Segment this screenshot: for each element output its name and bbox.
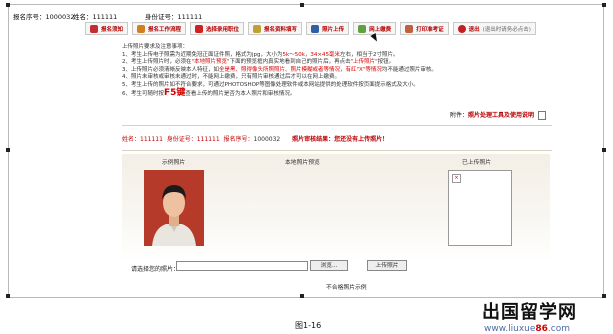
resize-handle[interactable] bbox=[6, 148, 10, 152]
broken-image-icon: × bbox=[452, 174, 461, 183]
resize-handle[interactable] bbox=[6, 3, 10, 7]
position-icon bbox=[195, 24, 204, 33]
photo-review-result: 照片审核结果：您还没有上传照片！ bbox=[292, 136, 389, 143]
resize-handle[interactable] bbox=[602, 294, 606, 298]
nav-exit[interactable]: 退出 (退出时请务必点击) bbox=[452, 22, 536, 35]
name-field: 姓名：111111 bbox=[73, 13, 118, 21]
upload-requirements: 上传照片要求及注意事项： 1、考生上传电子照需为近期免冠正面证件照，格式为jpg… bbox=[122, 44, 552, 98]
nav-print-admission[interactable]: 打印准考证 bbox=[400, 22, 449, 35]
browse-button[interactable]: 浏览... bbox=[310, 260, 348, 271]
printer-icon bbox=[405, 24, 414, 33]
document-icon bbox=[538, 111, 547, 120]
header-bar: 报名序号：1000032 姓名：111111 身份证号：111111 bbox=[9, 5, 603, 23]
payment-icon bbox=[358, 24, 367, 33]
note-5: 5、考生上传的照片如不符合要求，可通过PHOTOSHOP等图像处理软件或本网站提… bbox=[122, 81, 419, 88]
id-field: 身份证号：111111 bbox=[145, 13, 203, 21]
divider bbox=[122, 150, 552, 151]
main-nav: 报名须知 报名工作流程 选择录用职位 报名资料填写 照片上传 网上缴费 打印准考… bbox=[85, 22, 536, 36]
resize-handle[interactable] bbox=[602, 3, 606, 7]
note-6: 6、考生可随时按F5键查看上传的照片是否为本人照片和审核情况。 bbox=[122, 87, 296, 98]
nav-select-position[interactable]: 选择录用职位 bbox=[190, 22, 245, 35]
exam-no: 报名序号：1000032 bbox=[13, 13, 75, 21]
info-icon bbox=[90, 24, 98, 33]
resize-handle[interactable] bbox=[6, 294, 10, 298]
nav-fill-form[interactable]: 报名资料填写 bbox=[248, 22, 303, 35]
upload-photo-button[interactable]: 上传照片 bbox=[367, 260, 407, 271]
choose-photo-label: 请选择您的照片： bbox=[131, 266, 180, 273]
tool-manual-link[interactable]: 照片处理工具及使用说明 bbox=[468, 112, 534, 119]
local-preview-heading: 本地照片预览 bbox=[285, 160, 320, 166]
divider bbox=[122, 125, 552, 126]
sample-photo bbox=[144, 170, 204, 246]
notes-heading: 上传照片要求及注意事项： bbox=[122, 44, 189, 50]
nav-workflow[interactable]: 报名工作流程 bbox=[132, 22, 187, 35]
nav-registration-notice[interactable]: 报名须知 bbox=[85, 22, 129, 35]
attachment-row: 附件：照片处理工具及使用说明 bbox=[450, 110, 547, 120]
resize-handle[interactable] bbox=[300, 3, 304, 7]
resize-handle[interactable] bbox=[300, 294, 304, 298]
note-4: 4、照片未审核或审核未通过时，不能网上缴费，只有照片审核通过后才可以在网上缴费。 bbox=[122, 74, 341, 81]
uploaded-photo-frame: × bbox=[448, 170, 512, 246]
form-icon bbox=[253, 24, 262, 33]
invalid-photo-sample-label: 不合格照片示例 bbox=[326, 285, 367, 291]
uploaded-photo-heading: 已上传照片 bbox=[462, 160, 491, 166]
figure-caption: 图1-16 bbox=[295, 321, 322, 330]
status-line: 姓名：111111 身份证号：111111 报名序号：1000032 照片审核结… bbox=[122, 136, 389, 143]
note-2: 2、考生上传照片时，必须在"本地照片预览"下面的预览框内真实地看到自己的照片后，… bbox=[122, 59, 395, 66]
photo-file-input[interactable] bbox=[176, 261, 308, 271]
photo-upload-icon bbox=[311, 24, 320, 33]
site-watermark: 出国留学网 www.liuxue86.com bbox=[482, 302, 577, 334]
sample-photo-heading: 示例照片 bbox=[162, 160, 186, 166]
exit-icon bbox=[457, 24, 466, 33]
resize-handle[interactable] bbox=[602, 148, 606, 152]
flow-icon bbox=[137, 24, 146, 33]
nav-photo-upload[interactable]: 照片上传 bbox=[306, 22, 350, 35]
